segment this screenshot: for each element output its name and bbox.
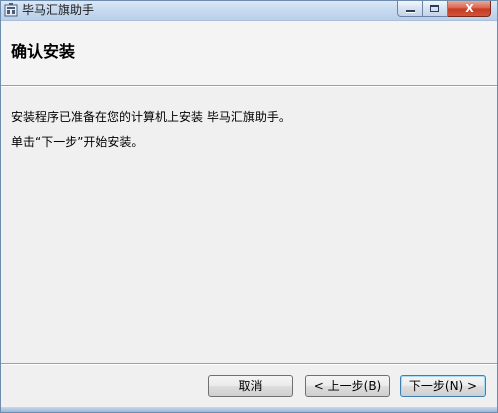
maximize-button[interactable] (423, 1, 448, 17)
window-title: 毕马汇旗助手 (22, 3, 95, 17)
minimize-button[interactable] (397, 1, 423, 17)
title-bar[interactable]: 毕马汇旗助手 X (1, 1, 497, 21)
close-button[interactable]: X (448, 1, 491, 17)
ready-to-install-text: 安装程序已准备在您的计算机上安装 毕马汇旗助手。 (11, 110, 291, 124)
next-button[interactable]: 下一步(N) > (400, 375, 486, 397)
footer-divider (1, 363, 497, 365)
taskbar-strip (1, 407, 497, 412)
click-next-instruction: 单击“下一步”开始安装。 (11, 135, 144, 149)
cancel-button[interactable]: 取消 (208, 375, 293, 397)
installer-window: 毕马汇旗助手 X 确认安装 安装程序已准备在您的计算机上安装 毕马汇旗助手。 单… (0, 0, 498, 413)
minimize-icon (406, 10, 415, 12)
content-area: 安装程序已准备在您的计算机上安装 毕马汇旗助手。 单击“下一步”开始安装。 (1, 87, 497, 363)
close-icon: X (465, 2, 474, 15)
installer-package-icon (4, 3, 18, 17)
back-button[interactable]: < 上一步(B) (305, 375, 390, 397)
maximize-icon (430, 5, 439, 12)
caption-buttons: X (397, 1, 491, 18)
page-title: 确认安装 (11, 42, 76, 61)
header-banner: 确认安装 (1, 21, 497, 85)
